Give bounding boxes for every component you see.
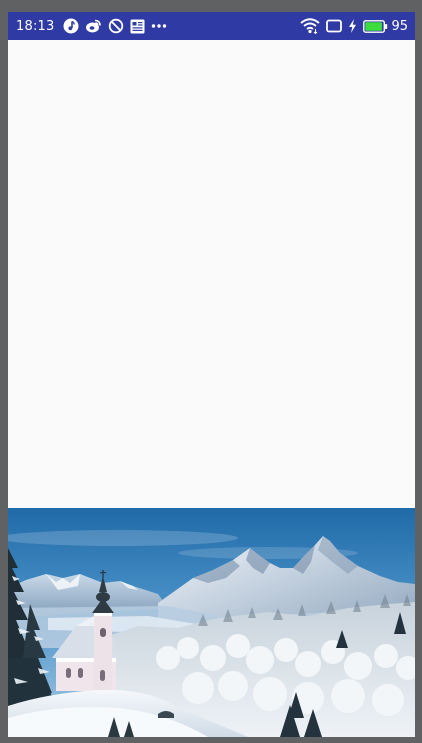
- battery-icon: [363, 19, 388, 33]
- winter-landscape-image: [8, 508, 415, 737]
- status-time: 18:13: [16, 18, 55, 34]
- screen-cast-icon: [326, 19, 343, 33]
- more-dots-icon: [151, 23, 167, 29]
- music-note-icon: [63, 18, 79, 34]
- blank-content-area: [8, 40, 415, 508]
- status-bar: 18:13 95: [8, 12, 415, 40]
- no-disturb-icon: [108, 18, 124, 34]
- weibo-icon: [85, 18, 102, 34]
- battery-percent: 95: [391, 18, 408, 34]
- news-icon: [130, 19, 145, 34]
- phone-screen: 18:13 95: [8, 12, 415, 737]
- charging-icon: [348, 19, 357, 33]
- wifi-icon: [300, 18, 321, 34]
